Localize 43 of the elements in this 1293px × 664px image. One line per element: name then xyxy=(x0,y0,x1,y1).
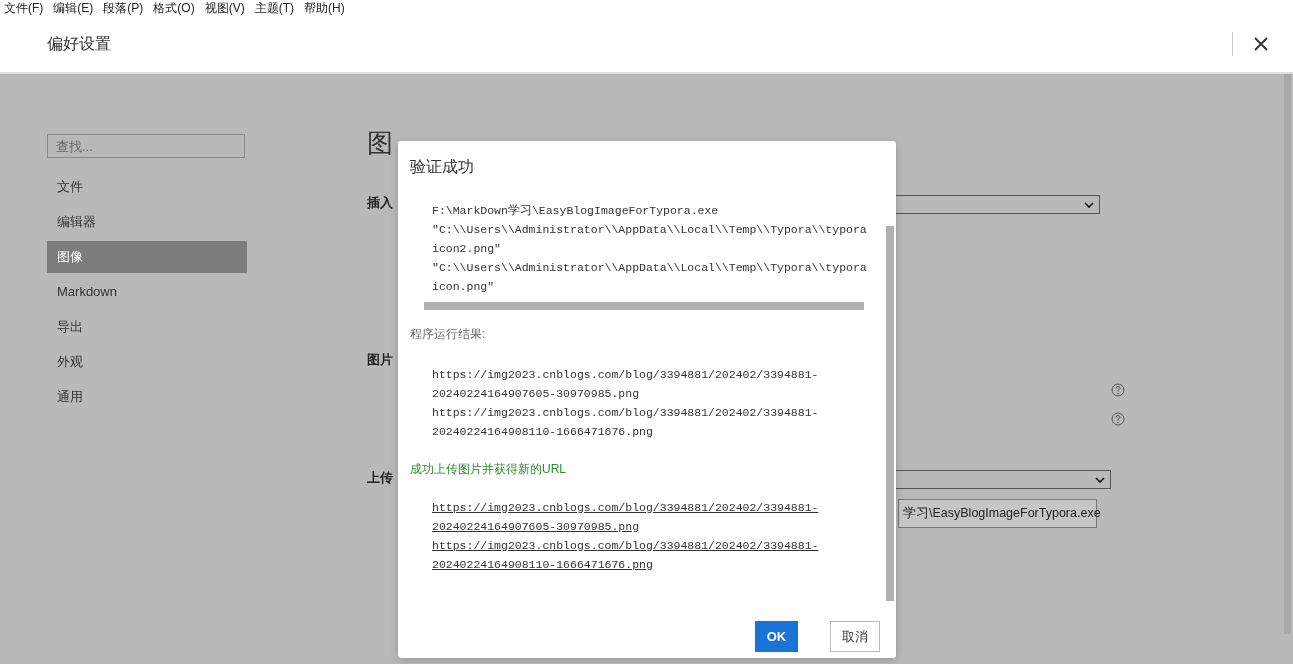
output-line: 20240224164907605-30970985.png xyxy=(432,386,641,402)
sidebar-item[interactable]: 编辑器 xyxy=(47,206,247,238)
sidebar-item[interactable]: 图像 xyxy=(47,241,247,273)
result-label: 程序运行结果: xyxy=(410,326,487,343)
vertical-scrollbar[interactable] xyxy=(886,226,894,601)
menu-item[interactable]: 文件(F) xyxy=(4,0,44,16)
chevron-icon xyxy=(1084,201,1094,208)
horizontal-scrollbar[interactable] xyxy=(424,302,864,310)
section-label: 插入 xyxy=(367,194,393,212)
sidebar-item[interactable]: 外观 xyxy=(47,346,247,378)
vertical-scrollbar[interactable] xyxy=(1284,74,1291,634)
menu-item[interactable]: 视图(V) xyxy=(204,0,245,16)
search-field[interactable]: 查找... xyxy=(47,134,245,158)
menu-item[interactable]: 格式(O) xyxy=(153,0,195,16)
command-line: "C:\\Users\\Administrator\\AppData\\Local\\Temp\\Typora\\typora xyxy=(432,260,868,276)
menu-item[interactable]: 段落(P) xyxy=(103,0,144,16)
command-line: F:\MarkDown学习\EasyBlogImageForTypora.exe xyxy=(432,203,720,219)
output-line: 20240224164908110-1666471676.png xyxy=(432,424,654,440)
menu-item[interactable]: 编辑(E) xyxy=(53,0,94,16)
output-line: https://img2023.cnblogs.com/blog/3394881/202402/3394881- xyxy=(432,367,820,383)
menu-item[interactable]: 帮助(H) xyxy=(304,0,345,16)
sidebar-item[interactable]: 导出 xyxy=(47,311,247,343)
chevron-icon xyxy=(1095,476,1105,483)
sidebar-item[interactable]: 文件 xyxy=(47,171,247,203)
help-icon[interactable] xyxy=(1111,412,1125,426)
command-line: icon.png" xyxy=(432,279,496,295)
close-icon[interactable] xyxy=(1253,36,1269,52)
section-label: 上传 xyxy=(367,469,393,487)
window-title: 偏好设置 xyxy=(47,33,111,54)
dialog-title: 验证成功 xyxy=(409,157,475,177)
command-line: "C:\\Users\\Administrator\\AppData\\Local\\Temp\\Typora\\typora xyxy=(432,222,868,238)
help-icon[interactable] xyxy=(1111,383,1125,397)
section-label: 图片 xyxy=(367,351,393,369)
image-link[interactable]: https://img2023.cnblogs.com/blog/3394881/202402/3394881- 20240224164908110-1666471676.png xyxy=(432,536,880,574)
menu-item[interactable]: 主题(T) xyxy=(254,0,294,16)
page-heading: 图 xyxy=(367,127,393,160)
sidebar-item[interactable]: 通用 xyxy=(47,381,247,413)
success-message: 成功上传图片并获得新的URL xyxy=(410,461,567,478)
output-line: https://img2023.cnblogs.com/blog/3394881/202402/3394881- xyxy=(432,405,820,421)
cancel-button[interactable]: 取消 xyxy=(830,621,880,652)
ok-button[interactable]: OK xyxy=(755,621,798,652)
command-line: icon2.png" xyxy=(432,241,502,257)
sidebar-item[interactable]: Markdown xyxy=(47,276,247,308)
